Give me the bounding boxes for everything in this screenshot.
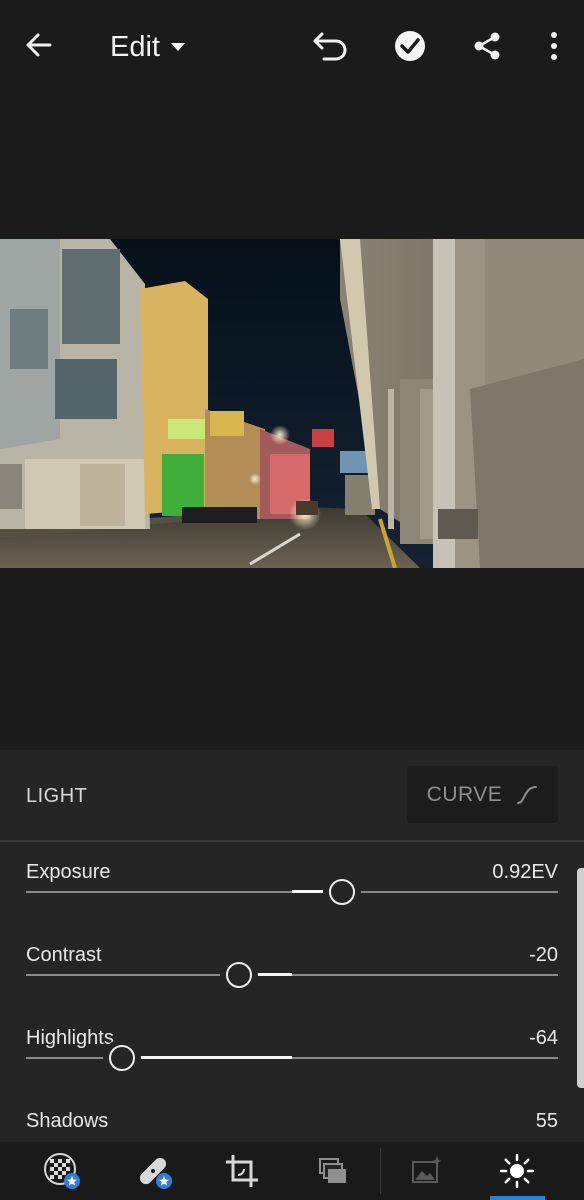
curve-button[interactable]: CURVE — [407, 766, 558, 823]
active-tool-indicator — [490, 1196, 545, 1200]
street-night-photo — [0, 239, 584, 568]
tool-crop[interactable] — [210, 1142, 274, 1200]
share-button[interactable] — [466, 24, 508, 68]
light-icon — [499, 1153, 535, 1189]
bottom-toolbar — [0, 1142, 584, 1200]
highlights-slider-row: Highlights -64 — [0, 1027, 584, 1107]
presets-icon — [412, 1156, 442, 1183]
edit-mode-label: Edit — [110, 30, 160, 63]
slider-label: Contrast — [26, 944, 102, 966]
curve-label: CURVE — [426, 782, 503, 806]
selective-icon — [44, 1153, 80, 1189]
done-check-icon — [395, 31, 425, 61]
slider-label: Highlights — [26, 1027, 114, 1049]
slider-fill — [121, 1056, 292, 1059]
slider-handle[interactable] — [226, 962, 252, 988]
profiles-icon — [319, 1158, 346, 1183]
tool-presets[interactable] — [394, 1142, 458, 1200]
tool-profiles[interactable] — [300, 1142, 364, 1200]
slider-handle[interactable] — [109, 1045, 135, 1071]
share-icon — [474, 32, 500, 60]
slider-label: Shadows — [26, 1110, 109, 1132]
back-arrow-icon — [26, 33, 52, 57]
light-adjustments-panel: LIGHT CURVE Exposure 0.92EV Contrast -20… — [0, 750, 584, 1142]
more-vertical-icon — [551, 32, 557, 60]
tool-healing[interactable] — [122, 1142, 186, 1200]
panel-divider — [0, 840, 584, 842]
contrast-slider-row: Contrast -20 — [0, 944, 584, 1024]
slider-value: 55 — [535, 1110, 558, 1132]
tool-selective[interactable] — [30, 1142, 94, 1200]
toolbar-separator — [380, 1148, 381, 1194]
tool-light[interactable] — [485, 1142, 549, 1200]
back-button[interactable] — [18, 24, 60, 66]
undo-button[interactable] — [308, 24, 352, 68]
slider-value: 0.92EV — [492, 861, 558, 883]
more-options-button[interactable] — [538, 24, 570, 68]
panel-header: LIGHT CURVE — [0, 750, 584, 842]
contrast-slider[interactable] — [26, 962, 558, 988]
photo-canvas[interactable] — [0, 92, 584, 750]
dropdown-caret-icon — [170, 43, 185, 51]
slider-label: Exposure — [26, 861, 111, 883]
exposure-slider-row: Exposure 0.92EV — [0, 861, 584, 941]
edited-photo[interactable] — [0, 239, 584, 568]
curve-icon — [517, 785, 538, 804]
highlights-slider[interactable] — [26, 1045, 558, 1071]
panel-scrollbar[interactable] — [577, 868, 584, 1088]
slider-value: -64 — [529, 1027, 558, 1049]
healing-icon — [139, 1157, 172, 1189]
crop-icon — [226, 1155, 258, 1187]
undo-icon — [313, 32, 347, 61]
slider-value: -20 — [529, 944, 558, 966]
exposure-slider[interactable] — [26, 879, 558, 905]
top-app-bar: Edit — [0, 0, 584, 92]
edit-mode-dropdown[interactable]: Edit — [110, 26, 186, 68]
slider-handle[interactable] — [329, 879, 355, 905]
section-title: LIGHT — [26, 785, 88, 807]
done-button[interactable] — [388, 24, 432, 68]
